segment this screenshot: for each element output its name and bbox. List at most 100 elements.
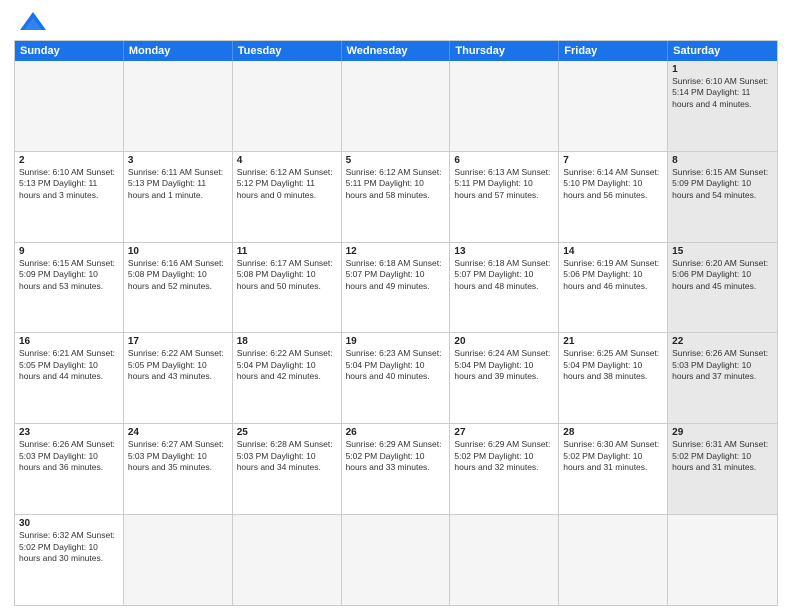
cell-info: Sunrise: 6:20 AM Sunset: 5:06 PM Dayligh…: [672, 258, 773, 292]
calendar-cell: 19Sunrise: 6:23 AM Sunset: 5:04 PM Dayli…: [342, 333, 451, 423]
calendar-cell: [233, 61, 342, 151]
calendar-cell: 28Sunrise: 6:30 AM Sunset: 5:02 PM Dayli…: [559, 424, 668, 514]
day-header-tuesday: Tuesday: [233, 41, 342, 61]
day-number: 5: [346, 155, 446, 166]
calendar-cell: 18Sunrise: 6:22 AM Sunset: 5:04 PM Dayli…: [233, 333, 342, 423]
day-number: 1: [672, 64, 773, 75]
calendar-cell: [450, 61, 559, 151]
calendar-cell: [233, 515, 342, 605]
day-number: 27: [454, 427, 554, 438]
day-number: 22: [672, 336, 773, 347]
calendar-cell: 14Sunrise: 6:19 AM Sunset: 5:06 PM Dayli…: [559, 243, 668, 333]
calendar-cell: [559, 515, 668, 605]
day-number: 21: [563, 336, 663, 347]
calendar-cell: 13Sunrise: 6:18 AM Sunset: 5:07 PM Dayli…: [450, 243, 559, 333]
calendar-cell: 6Sunrise: 6:13 AM Sunset: 5:11 PM Daylig…: [450, 152, 559, 242]
cell-info: Sunrise: 6:26 AM Sunset: 5:03 PM Dayligh…: [19, 439, 119, 473]
day-number: 6: [454, 155, 554, 166]
day-number: 10: [128, 246, 228, 257]
day-number: 18: [237, 336, 337, 347]
day-number: 20: [454, 336, 554, 347]
calendar-cell: 5Sunrise: 6:12 AM Sunset: 5:11 PM Daylig…: [342, 152, 451, 242]
cell-info: Sunrise: 6:22 AM Sunset: 5:05 PM Dayligh…: [128, 348, 228, 382]
day-number: 23: [19, 427, 119, 438]
day-number: 11: [237, 246, 337, 257]
calendar-week-3: 9Sunrise: 6:15 AM Sunset: 5:09 PM Daylig…: [15, 242, 777, 333]
calendar-cell: [342, 61, 451, 151]
day-number: 26: [346, 427, 446, 438]
logo-area: [14, 10, 48, 34]
day-number: 9: [19, 246, 119, 257]
calendar-cell: 24Sunrise: 6:27 AM Sunset: 5:03 PM Dayli…: [124, 424, 233, 514]
day-header-saturday: Saturday: [668, 41, 777, 61]
day-header-thursday: Thursday: [450, 41, 559, 61]
calendar-cell: 3Sunrise: 6:11 AM Sunset: 5:13 PM Daylig…: [124, 152, 233, 242]
calendar-cell: 8Sunrise: 6:15 AM Sunset: 5:09 PM Daylig…: [668, 152, 777, 242]
day-number: 4: [237, 155, 337, 166]
calendar-week-5: 23Sunrise: 6:26 AM Sunset: 5:03 PM Dayli…: [15, 423, 777, 514]
calendar-cell: [559, 61, 668, 151]
cell-info: Sunrise: 6:29 AM Sunset: 5:02 PM Dayligh…: [346, 439, 446, 473]
calendar: SundayMondayTuesdayWednesdayThursdayFrid…: [14, 40, 778, 606]
cell-info: Sunrise: 6:15 AM Sunset: 5:09 PM Dayligh…: [672, 167, 773, 201]
day-number: 24: [128, 427, 228, 438]
calendar-cell: [342, 515, 451, 605]
cell-info: Sunrise: 6:21 AM Sunset: 5:05 PM Dayligh…: [19, 348, 119, 382]
day-number: 19: [346, 336, 446, 347]
cell-info: Sunrise: 6:28 AM Sunset: 5:03 PM Dayligh…: [237, 439, 337, 473]
calendar-cell: 17Sunrise: 6:22 AM Sunset: 5:05 PM Dayli…: [124, 333, 233, 423]
calendar-week-4: 16Sunrise: 6:21 AM Sunset: 5:05 PM Dayli…: [15, 332, 777, 423]
cell-info: Sunrise: 6:24 AM Sunset: 5:04 PM Dayligh…: [454, 348, 554, 382]
calendar-cell: 26Sunrise: 6:29 AM Sunset: 5:02 PM Dayli…: [342, 424, 451, 514]
calendar-week-6: 30Sunrise: 6:32 AM Sunset: 5:02 PM Dayli…: [15, 514, 777, 605]
cell-info: Sunrise: 6:18 AM Sunset: 5:07 PM Dayligh…: [346, 258, 446, 292]
header: [14, 10, 778, 34]
calendar-cell: 11Sunrise: 6:17 AM Sunset: 5:08 PM Dayli…: [233, 243, 342, 333]
calendar-cell: [15, 61, 124, 151]
calendar-cell: 30Sunrise: 6:32 AM Sunset: 5:02 PM Dayli…: [15, 515, 124, 605]
cell-info: Sunrise: 6:17 AM Sunset: 5:08 PM Dayligh…: [237, 258, 337, 292]
calendar-cell: [124, 515, 233, 605]
calendar-week-1: 1Sunrise: 6:10 AM Sunset: 5:14 PM Daylig…: [15, 61, 777, 151]
calendar-cell: 2Sunrise: 6:10 AM Sunset: 5:13 PM Daylig…: [15, 152, 124, 242]
day-number: 12: [346, 246, 446, 257]
calendar-cell: 16Sunrise: 6:21 AM Sunset: 5:05 PM Dayli…: [15, 333, 124, 423]
day-number: 28: [563, 427, 663, 438]
day-number: 29: [672, 427, 773, 438]
calendar-cell: [124, 61, 233, 151]
day-number: 14: [563, 246, 663, 257]
calendar-week-2: 2Sunrise: 6:10 AM Sunset: 5:13 PM Daylig…: [15, 151, 777, 242]
cell-info: Sunrise: 6:19 AM Sunset: 5:06 PM Dayligh…: [563, 258, 663, 292]
logo: [14, 10, 48, 34]
calendar-cell: 9Sunrise: 6:15 AM Sunset: 5:09 PM Daylig…: [15, 243, 124, 333]
calendar-cell: 7Sunrise: 6:14 AM Sunset: 5:10 PM Daylig…: [559, 152, 668, 242]
calendar-cell: 15Sunrise: 6:20 AM Sunset: 5:06 PM Dayli…: [668, 243, 777, 333]
calendar-cell: 23Sunrise: 6:26 AM Sunset: 5:03 PM Dayli…: [15, 424, 124, 514]
cell-info: Sunrise: 6:23 AM Sunset: 5:04 PM Dayligh…: [346, 348, 446, 382]
cell-info: Sunrise: 6:18 AM Sunset: 5:07 PM Dayligh…: [454, 258, 554, 292]
calendar-cell: 20Sunrise: 6:24 AM Sunset: 5:04 PM Dayli…: [450, 333, 559, 423]
day-number: 15: [672, 246, 773, 257]
calendar-cell: 27Sunrise: 6:29 AM Sunset: 5:02 PM Dayli…: [450, 424, 559, 514]
day-number: 13: [454, 246, 554, 257]
cell-info: Sunrise: 6:15 AM Sunset: 5:09 PM Dayligh…: [19, 258, 119, 292]
day-number: 3: [128, 155, 228, 166]
cell-info: Sunrise: 6:13 AM Sunset: 5:11 PM Dayligh…: [454, 167, 554, 201]
cell-info: Sunrise: 6:32 AM Sunset: 5:02 PM Dayligh…: [19, 530, 119, 564]
cell-info: Sunrise: 6:26 AM Sunset: 5:03 PM Dayligh…: [672, 348, 773, 382]
calendar-cell: 4Sunrise: 6:12 AM Sunset: 5:12 PM Daylig…: [233, 152, 342, 242]
day-number: 17: [128, 336, 228, 347]
cell-info: Sunrise: 6:11 AM Sunset: 5:13 PM Dayligh…: [128, 167, 228, 201]
day-number: 7: [563, 155, 663, 166]
day-number: 8: [672, 155, 773, 166]
cell-info: Sunrise: 6:12 AM Sunset: 5:12 PM Dayligh…: [237, 167, 337, 201]
day-header-sunday: Sunday: [15, 41, 124, 61]
cell-info: Sunrise: 6:25 AM Sunset: 5:04 PM Dayligh…: [563, 348, 663, 382]
day-number: 16: [19, 336, 119, 347]
day-header-wednesday: Wednesday: [342, 41, 451, 61]
calendar-cell: 10Sunrise: 6:16 AM Sunset: 5:08 PM Dayli…: [124, 243, 233, 333]
cell-info: Sunrise: 6:16 AM Sunset: 5:08 PM Dayligh…: [128, 258, 228, 292]
cell-info: Sunrise: 6:10 AM Sunset: 5:13 PM Dayligh…: [19, 167, 119, 201]
calendar-header: SundayMondayTuesdayWednesdayThursdayFrid…: [15, 41, 777, 61]
cell-info: Sunrise: 6:30 AM Sunset: 5:02 PM Dayligh…: [563, 439, 663, 473]
